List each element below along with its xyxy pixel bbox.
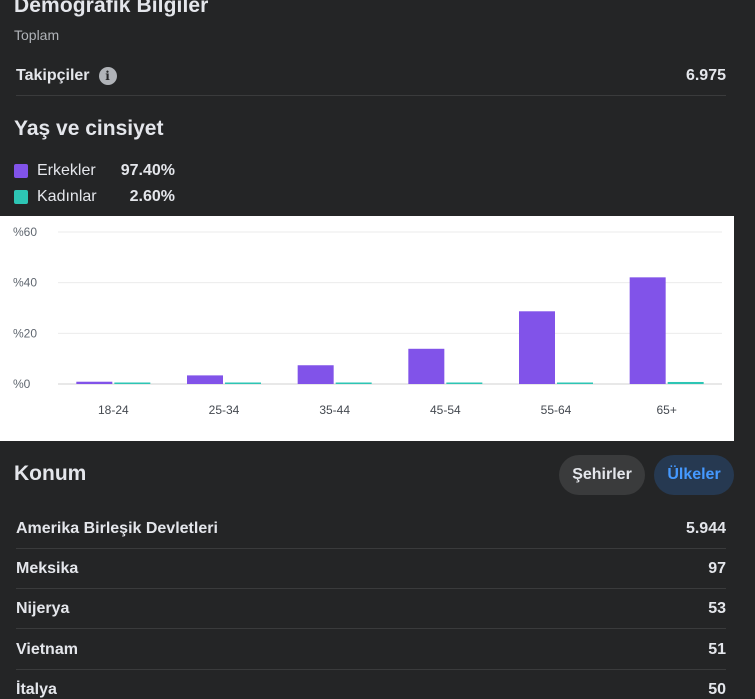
location-row: Nijerya 53: [16, 589, 726, 629]
followers-row: Takipçiler i 6.975: [16, 56, 726, 96]
x-tick-label: 25-34: [209, 403, 240, 417]
info-icon[interactable]: i: [98, 66, 117, 85]
location-row: Meksika 97: [16, 549, 726, 589]
y-tick-label: %0: [13, 377, 31, 391]
bar-male: [629, 277, 666, 384]
legend-value-female: 2.60%: [129, 188, 175, 205]
y-tick-label: %60: [13, 225, 37, 239]
bar-male: [187, 375, 223, 384]
bar-male: [76, 381, 113, 384]
location-value: 97: [708, 559, 726, 577]
legend-item-female: Kadınlar 2.60%: [14, 187, 175, 207]
bar-female: [335, 382, 372, 384]
legend-swatch-male: [14, 164, 28, 178]
location-name: Vietnam: [16, 640, 78, 658]
legend-swatch-female: [14, 190, 28, 204]
location-value: 5.944: [685, 519, 726, 537]
legend-label-male: Erkekler: [37, 162, 96, 179]
x-tick-label: 18-24: [98, 403, 129, 417]
x-tick-label: 55-64: [541, 403, 572, 417]
bar-female: [114, 382, 151, 384]
x-tick-label: 45-54: [430, 403, 461, 417]
location-name: İtalya: [16, 681, 57, 698]
x-tick-label: 65+: [656, 403, 676, 417]
age-gender-chart-svg: %0 %20 %40 %60 18-24 25-34 35-44 45-54 55-64 65+: [13, 225, 722, 417]
y-tick-label: %20: [13, 326, 37, 340]
followers-value: 6.975: [685, 66, 726, 84]
countries-button[interactable]: Ülkeler: [654, 455, 734, 495]
page-subtitle: Toplam: [14, 27, 60, 43]
location-name: Nijerya: [16, 599, 70, 617]
followers-label: Takipçiler: [16, 66, 90, 84]
bar-female: [557, 382, 593, 384]
location-name: Meksika: [16, 559, 79, 577]
legend-item-male: Erkekler 97.40%: [14, 161, 175, 181]
cities-button[interactable]: Şehirler: [559, 455, 645, 495]
location-row: İtalya 50: [16, 670, 726, 699]
location-title: Konum: [14, 462, 87, 485]
x-tick-label: 35-44: [319, 403, 350, 417]
bar-female: [225, 382, 261, 384]
location-value: 51: [708, 640, 726, 658]
bar-female: [446, 382, 483, 384]
legend-label-female: Kadınlar: [37, 188, 97, 205]
bar-female: [667, 381, 704, 384]
legend-value-male: 97.40%: [120, 162, 175, 179]
location-value: 53: [708, 599, 726, 617]
location-value: 50: [708, 681, 726, 698]
age-gender-chart: %0 %20 %40 %60 18-24 25-34 35-44 45-54 55-64 65+: [0, 216, 734, 441]
bar-male: [297, 365, 334, 384]
location-name: Amerika Birleşik Devletleri: [16, 519, 218, 537]
bar-male: [519, 311, 555, 384]
location-row: Vietnam 51: [16, 630, 726, 670]
page-title: Demografik Bilgiler: [14, 0, 209, 17]
bar-male: [408, 348, 445, 384]
location-row: Amerika Birleşik Devletleri 5.944: [16, 509, 726, 549]
y-tick-label: %40: [13, 276, 37, 290]
age-gender-title: Yaş ve cinsiyet: [14, 117, 164, 140]
